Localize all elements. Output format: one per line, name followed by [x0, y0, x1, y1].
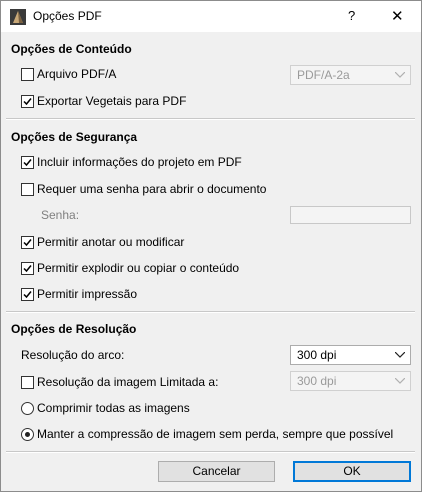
checkbox-box[interactable]	[21, 182, 34, 196]
pdfa-version-value: PDF/A-2a	[297, 68, 350, 82]
radio-dot	[25, 431, 30, 437]
chevron-down-icon	[395, 352, 405, 358]
pdfa-version-select[interactable]: PDF/A-2a	[290, 65, 411, 85]
radio-circle[interactable]	[21, 427, 34, 441]
checkmark-icon	[23, 158, 32, 166]
cancel-button[interactable]: Cancelar	[158, 461, 275, 482]
checkbox-box[interactable]	[21, 287, 34, 301]
content-section-title: Opções de Conteúdo	[11, 42, 132, 56]
checkbox-box[interactable]	[21, 94, 34, 108]
allow-print-checkbox[interactable]: Permitir impressão	[21, 287, 137, 301]
help-button[interactable]: ?	[348, 8, 355, 23]
allow-explode-label: Permitir explodir ou copiar o conteúdo	[37, 261, 240, 275]
chevron-down-icon	[395, 378, 405, 384]
checkbox-box[interactable]	[21, 235, 34, 249]
checkmark-icon	[23, 238, 32, 246]
image-resolution-value: 300 dpi	[297, 374, 337, 388]
arc-resolution-label: Resolução do arco:	[21, 348, 125, 362]
allow-annotate-label: Permitir anotar ou modificar	[37, 235, 185, 249]
pdfa-checkbox[interactable]: Arquivo PDF/A	[21, 67, 116, 81]
divider	[6, 311, 415, 313]
require-password-label: Requer uma senha para abrir o documento	[37, 182, 267, 196]
ok-button[interactable]: OK	[293, 461, 411, 482]
security-section-title: Opções de Segurança	[11, 130, 138, 144]
require-password-checkbox[interactable]: Requer uma senha para abrir o documento	[21, 182, 266, 196]
compress-all-label: Comprimir todas as imagens	[37, 401, 190, 415]
export-vegetation-checkbox[interactable]: Exportar Vegetais para PDF	[21, 94, 186, 108]
radio-circle[interactable]	[21, 401, 34, 415]
keep-lossless-radio[interactable]: Manter a compressão de imagem sem perda,…	[21, 427, 393, 441]
password-field[interactable]	[290, 206, 411, 224]
keep-lossless-label: Manter a compressão de imagem sem perda,…	[37, 427, 394, 441]
export-vegetation-label: Exportar Vegetais para PDF	[37, 94, 187, 108]
allow-annotate-checkbox[interactable]: Permitir anotar ou modificar	[21, 235, 184, 249]
include-project-info-checkbox[interactable]: Incluir informações do projeto em PDF	[21, 155, 242, 169]
checkbox-box[interactable]	[21, 155, 34, 169]
close-button[interactable]: ✕	[391, 7, 404, 25]
arc-resolution-select[interactable]: 300 dpi	[290, 345, 411, 365]
pdf-options-dialog: Opções PDF ? ✕ Opções de Conteúdo Arquiv…	[0, 0, 422, 492]
allow-explode-checkbox[interactable]: Permitir explodir ou copiar o conteúdo	[21, 261, 239, 275]
password-label: Senha:	[41, 208, 80, 222]
window-title: Opções PDF	[33, 9, 102, 23]
checkbox-box[interactable]	[21, 375, 34, 389]
allow-print-label: Permitir impressão	[37, 287, 138, 301]
arc-resolution-value: 300 dpi	[297, 348, 337, 362]
compress-all-radio[interactable]: Comprimir todas as imagens	[21, 401, 190, 415]
title-bar: Opções PDF ? ✕	[1, 1, 421, 32]
divider	[6, 118, 415, 120]
chevron-down-icon	[395, 72, 405, 78]
divider	[6, 451, 415, 453]
checkbox-box[interactable]	[21, 261, 34, 275]
checkbox-box[interactable]	[21, 67, 34, 81]
include-project-info-label: Incluir informações do projeto em PDF	[37, 155, 242, 169]
checkmark-icon	[23, 97, 32, 105]
limit-image-resolution-label: Resolução da imagem Limitada a:	[37, 375, 219, 389]
pdfa-label: Arquivo PDF/A	[37, 67, 117, 81]
resolution-section-title: Opções de Resolução	[11, 322, 137, 336]
checkmark-icon	[23, 290, 32, 298]
checkmark-icon	[23, 264, 32, 272]
limit-image-resolution-checkbox[interactable]: Resolução da imagem Limitada a:	[21, 375, 218, 389]
app-icon	[10, 9, 26, 25]
image-resolution-select[interactable]: 300 dpi	[290, 371, 411, 391]
